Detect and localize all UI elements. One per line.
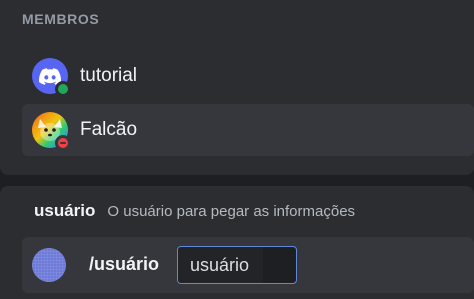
avatar xyxy=(32,58,71,97)
option-description: O usuário para pegar as informações xyxy=(107,203,356,220)
members-panel: MEMBROS tutorial Falcão xyxy=(0,0,474,175)
avatar xyxy=(32,112,71,151)
bot-avatar-icon xyxy=(32,248,66,282)
command-name: /usuário xyxy=(89,254,160,274)
parameter-label: usuário xyxy=(178,247,264,283)
dnd-status-icon xyxy=(55,135,71,151)
members-section-title: MEMBROS xyxy=(22,11,100,27)
member-name: Falcão xyxy=(80,119,138,140)
command-parameter-field[interactable]: usuário xyxy=(177,246,297,284)
member-item-tutorial[interactable]: tutorial xyxy=(22,50,474,102)
member-name: tutorial xyxy=(80,65,138,86)
member-item-falcao[interactable]: Falcão xyxy=(22,104,474,156)
command-input-row[interactable]: /usuário usuário xyxy=(22,237,474,293)
option-row[interactable]: usuário O usuário para pegar as informaç… xyxy=(34,201,355,221)
option-name: usuário xyxy=(34,201,96,220)
online-status-icon xyxy=(55,81,71,97)
